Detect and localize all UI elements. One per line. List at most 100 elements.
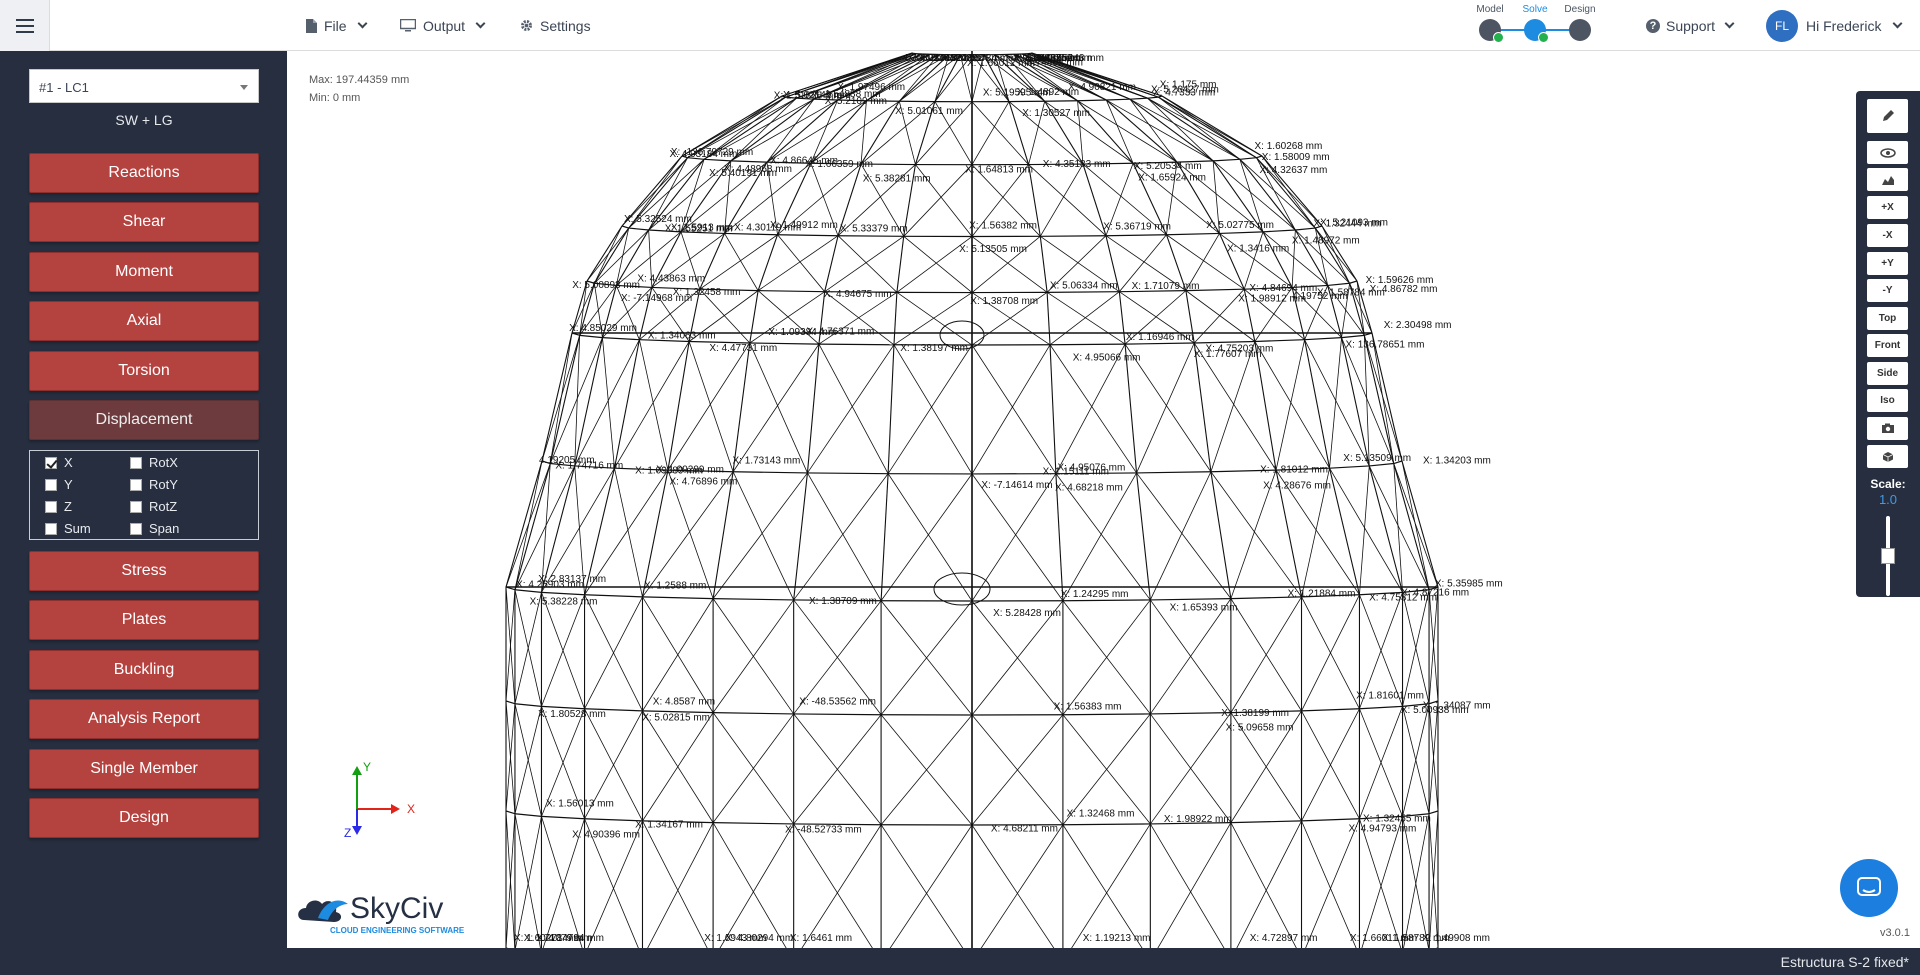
view-top-button[interactable]: Top (1867, 307, 1908, 330)
member-line (887, 344, 895, 474)
file-name: Estructura S-2 fixed* (1780, 954, 1909, 970)
cube-icon[interactable] (1867, 445, 1908, 468)
member-line (1329, 337, 1342, 469)
checkbox-box[interactable] (45, 456, 57, 469)
model-viewport[interactable]: Max: 197.44359 mm Min: 0 mm X: 5.06333 m… (287, 51, 1920, 948)
axial-button[interactable]: Axial (29, 301, 259, 341)
member-line (1401, 460, 1430, 590)
member-line (818, 343, 889, 474)
view-plus-x-button[interactable]: +X (1867, 196, 1908, 219)
eye-icon[interactable] (1867, 141, 1908, 164)
camera-icon[interactable] (1867, 417, 1908, 440)
view-minus-y-button[interactable]: -Y (1867, 279, 1908, 302)
member-line (1329, 467, 1403, 593)
node-displacement-label: X: -48.53562 mm (799, 697, 876, 708)
member-line (541, 594, 585, 707)
mode-model[interactable]: Model (1470, 4, 1510, 43)
checkbox-box[interactable] (45, 500, 57, 513)
node-displacement-label: X: -7.14968 mm (621, 293, 692, 304)
member-line (1150, 598, 1231, 601)
member-line (806, 344, 820, 473)
scale-label: Scale: (1870, 477, 1906, 491)
node-displacement-label: X: 136.78651 mm (1346, 340, 1425, 351)
load-case-select[interactable]: #1 - LC1 (29, 69, 259, 103)
single-member-button[interactable]: Single Member (29, 749, 259, 789)
node-displacement-label: X: 1.65393 mm (1170, 603, 1238, 614)
chat-button[interactable] (1840, 859, 1898, 917)
torsion-button[interactable]: Torsion (29, 351, 259, 391)
node-displacement-label: X: 1.2588 mm (644, 581, 706, 592)
mode-design[interactable]: Design (1560, 4, 1600, 41)
analysis-report-button[interactable]: Analysis Report (29, 699, 259, 739)
plates-button[interactable]: Plates (29, 600, 259, 640)
checkbox-box[interactable] (45, 522, 57, 535)
mode-solve[interactable]: Solve (1515, 4, 1555, 43)
checkbox-box[interactable] (130, 522, 142, 535)
checkbox-z[interactable]: Z (45, 499, 72, 514)
displacement-button[interactable]: Displacement (29, 400, 259, 440)
user-greeting: Hi Frederick (1806, 17, 1882, 34)
checkbox-rotz[interactable]: RotZ (130, 499, 177, 514)
member-line (1361, 816, 1403, 948)
checkbox-box[interactable] (130, 478, 142, 491)
member-line (807, 472, 889, 475)
skyciv-logo: SkyCiv CLOUD ENGINEERING SOFTWARE (298, 892, 465, 935)
view-plus-y-button[interactable]: +Y (1867, 252, 1908, 275)
view-side-button[interactable]: Side (1867, 362, 1908, 385)
node-displacement-label: X: 5.02775 mm (1206, 220, 1274, 231)
member-line (1049, 344, 1057, 474)
member-line (749, 342, 808, 474)
checkbox-label: RotZ (149, 499, 178, 514)
logo-name: SkyCiv (350, 892, 443, 925)
checkbox-sum[interactable]: Sum (45, 521, 91, 536)
member-line (971, 101, 1010, 165)
design-button[interactable]: Design (29, 798, 259, 838)
node-displacement-label: X: 4.68218 mm (1055, 482, 1123, 493)
reactions-button[interactable]: Reactions (29, 153, 259, 193)
checkbox-box[interactable] (130, 456, 142, 469)
help-icon: ? (1646, 18, 1660, 33)
mode-solve-label: Solve (1522, 4, 1548, 15)
file-menu[interactable]: File (306, 0, 368, 51)
view-minus-x-button[interactable]: -X (1867, 224, 1908, 247)
structure-wireframe[interactable]: X: 5.06333 mmX: 4.93224 mm 4.85045 mm4.74… (287, 51, 1920, 948)
member-line (889, 824, 973, 948)
member-line (614, 341, 690, 469)
moment-button[interactable]: Moment (29, 252, 259, 292)
user-menu[interactable]: FL Hi Frederick (1766, 0, 1903, 51)
member-line (712, 471, 734, 599)
member-line (1129, 97, 1148, 100)
settings-menu-label: Settings (540, 17, 591, 34)
checkbox-roty[interactable]: RotY (130, 477, 178, 492)
buckling-button[interactable]: Buckling (29, 650, 259, 690)
output-menu[interactable]: Output (400, 0, 486, 51)
member-line (602, 336, 640, 341)
stress-button[interactable]: Stress (29, 551, 259, 591)
checkbox-rotx[interactable]: RotX (130, 455, 178, 470)
member-line (712, 822, 787, 948)
hamburger-icon[interactable] (0, 0, 50, 51)
shear-button[interactable]: Shear (29, 202, 259, 242)
checkbox-y[interactable]: Y (45, 477, 73, 492)
checkbox-box[interactable] (130, 500, 142, 513)
member-line (1236, 820, 1302, 948)
settings-menu[interactable]: Settings (520, 0, 591, 51)
scale-slider-thumb[interactable] (1881, 548, 1895, 564)
pencil-icon[interactable] (1867, 99, 1908, 133)
area-chart-icon[interactable] (1867, 168, 1908, 191)
checkbox-x[interactable]: X (45, 455, 73, 470)
checkbox-label: X (64, 455, 73, 470)
member-line (1301, 594, 1360, 712)
view-iso-button[interactable]: Iso (1867, 389, 1908, 412)
checkbox-span[interactable]: Span (130, 521, 179, 536)
node-displacement-label: X: 4.95066 mm (1073, 352, 1141, 363)
support-menu[interactable]: ? Support (1646, 0, 1735, 51)
node-displacement-label: X: 1.98922 mm (1164, 814, 1232, 825)
mode-design-label: Design (1564, 4, 1596, 15)
member-line (1254, 341, 1330, 469)
checkbox-box[interactable] (45, 478, 57, 491)
view-front-button[interactable]: Front (1867, 334, 1908, 357)
member-line (574, 339, 640, 467)
member-line (713, 598, 794, 601)
node-displacement-label: X: 1.49908 mm (1422, 933, 1490, 944)
